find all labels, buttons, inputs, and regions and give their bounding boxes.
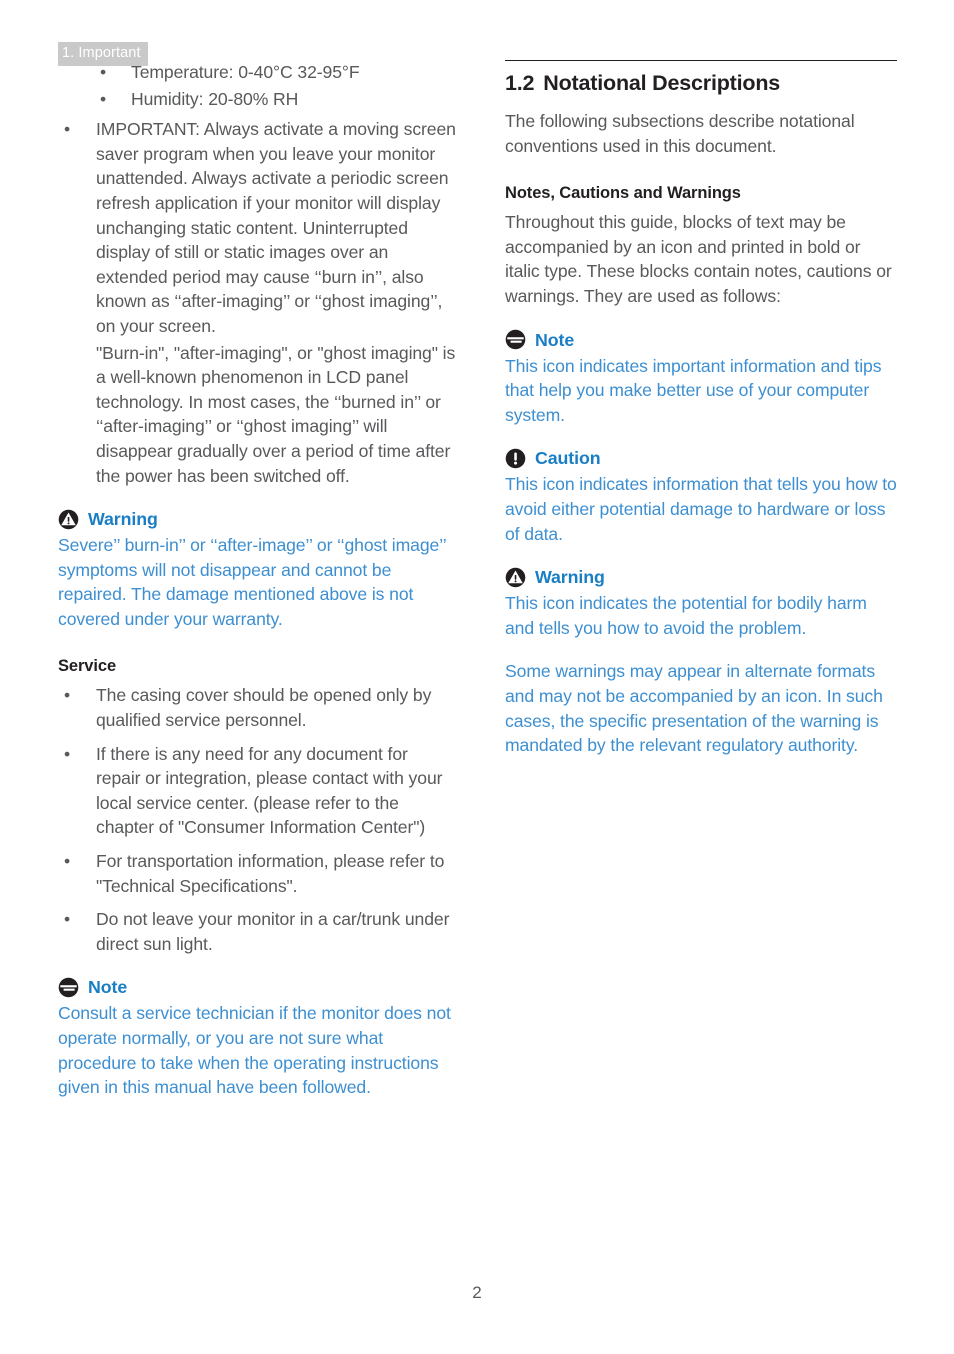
list-item-text: For transportation information, please r… [96,851,445,896]
list-item: • Do not leave your monitor in a car/tru… [58,907,456,956]
service-bullet-list: • The casing cover should be opened only… [58,683,456,956]
warning-callout: Warning This icon indicates the potentia… [505,566,897,758]
important-bullet-list: • IMPORTANT: Always activate a moving sc… [58,117,456,338]
note-callout-body: This icon indicates important informatio… [505,355,882,425]
warning-callout-title: Warning [535,567,605,588]
list-item: • If there is any need for any document … [58,742,456,840]
bullet-icon: • [64,119,71,140]
caution-callout: Caution This icon indicates information … [505,447,897,546]
left-column: • Temperature: 0-40°C 32-95°F • Humidity… [58,60,456,1100]
section-rule [505,60,897,61]
list-item: • For transportation information, please… [58,849,456,898]
list-item-text: Humidity: 20-80% RH [131,88,299,109]
bullet-icon: • [100,62,107,82]
list-item: • IMPORTANT: Always activate a moving sc… [58,117,456,338]
page-number: 2 [472,1283,482,1302]
warning-triangle-icon [58,509,79,529]
section-title: Notational Descriptions [543,71,781,95]
list-item-text: If there is any need for any document fo… [96,743,443,838]
warning-callout-title: Warning [88,509,158,530]
caution-exclamation-icon [505,448,526,469]
bullet-icon: • [64,743,71,764]
warning-callout: Warning Severe’’ burn-in’’ or ‘‘after-im… [58,508,456,631]
notes-cautions-warnings-heading: Notes, Cautions and Warnings [505,184,741,203]
note-lines-icon [58,977,79,998]
list-item: • The casing cover should be opened only… [58,683,456,732]
page-title: 1.2 Notational Descriptions [505,69,897,97]
list-item: • Humidity: 20-80% RH [98,87,456,112]
note-callout-title: Note [535,329,575,350]
caution-callout-title: Caution [535,448,601,469]
warning-callout-body: This icon indicates the potential for bo… [505,593,867,638]
list-item-text: The casing cover should be opened only b… [96,685,432,731]
caution-callout-header: Caution [505,447,897,469]
warning-callout-header: Warning [505,566,897,588]
burn-in-paragraph: "Burn-in", "after-imaging", or "ghost im… [96,342,456,486]
warning-callout-header: Warning [58,508,456,530]
list-item: • Temperature: 0-40°C 32-95°F [98,60,456,85]
list-item-text: IMPORTANT: Always activate a moving scre… [96,119,456,336]
bullet-icon: • [64,909,71,930]
service-heading: Service [58,657,117,676]
note-callout: Note This icon indicates important infor… [505,329,897,428]
warning-callout-body-secondary: Some warnings may appear in alternate fo… [505,661,883,756]
note-lines-icon [505,329,526,350]
bullet-icon: • [64,851,71,872]
list-item-text: Temperature: 0-40°C 32-95°F [131,62,360,82]
note-callout-title: Note [88,977,128,998]
warning-triangle-icon [505,567,526,587]
spec-bullet-list: • Temperature: 0-40°C 32-95°F • Humidity… [98,60,456,111]
bullet-icon: • [64,685,71,706]
note-callout: Note Consult a service technician if the… [58,976,456,1099]
section-number: 1.2 [505,71,535,95]
section-intro: The following subsections describe notat… [505,111,855,156]
caution-callout-body: This icon indicates information that tel… [505,474,897,544]
note-callout-body: Consult a service technician if the moni… [58,1003,451,1098]
right-column: 1.2 Notational Descriptions The following… [505,60,897,758]
notes-cautions-warnings-intro: Throughout this guide, blocks of text ma… [505,212,892,306]
note-callout-header: Note [58,976,456,998]
document-page: 1. Important • Temperature: 0-40°C 32-95… [0,0,954,1354]
bullet-icon: • [100,88,107,109]
list-item-text: Do not leave your monitor in a car/trunk… [96,909,450,954]
note-callout-header: Note [505,329,897,351]
warning-callout-body: Severe’’ burn-in’’ or ‘‘after-image’’ or… [58,535,446,629]
